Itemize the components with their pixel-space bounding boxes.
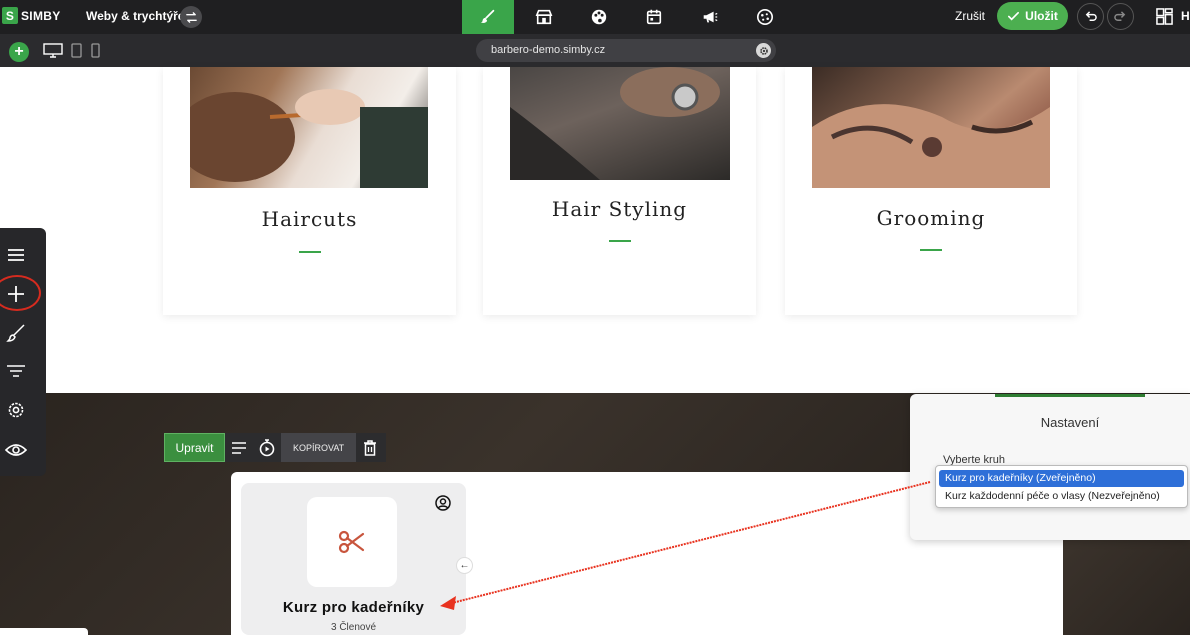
edit-button[interactable]: Upravit xyxy=(164,433,225,462)
redo-button[interactable] xyxy=(1107,3,1134,30)
background-image xyxy=(1063,540,1190,635)
logo-text: SIMBY xyxy=(21,8,61,23)
tool-shop[interactable] xyxy=(518,0,570,34)
trash-icon[interactable] xyxy=(356,433,384,462)
hair-styling-photo xyxy=(510,67,730,180)
tablet-view-icon[interactable] xyxy=(71,43,82,63)
url-field[interactable]: barbero-demo.simby.cz xyxy=(476,39,776,62)
mobile-view-icon[interactable] xyxy=(91,43,100,63)
cookie-icon xyxy=(756,8,774,26)
url-settings-button[interactable] xyxy=(756,43,771,58)
timer-icon[interactable] xyxy=(253,433,281,462)
swap-icon xyxy=(185,11,197,23)
brush-icon xyxy=(480,9,495,23)
filter-icon[interactable] xyxy=(5,361,27,383)
switch-site-button[interactable] xyxy=(180,6,202,28)
desktop-view-icon[interactable] xyxy=(43,43,63,63)
cancel-button[interactable]: Zrušit xyxy=(955,9,985,23)
simby-logo[interactable]: S SIMBY xyxy=(0,7,61,24)
brush-icon[interactable] xyxy=(5,322,27,344)
eye-icon[interactable] xyxy=(5,439,27,461)
dropdown-option[interactable]: Kurz pro kadeřníky (Zveřejněno) xyxy=(939,470,1184,487)
top-bar: S SIMBY Weby & trychtýře Zrušit Uložit H xyxy=(0,0,1190,34)
check-icon xyxy=(1008,11,1020,20)
tool-calendar[interactable] xyxy=(628,0,680,34)
undo-icon xyxy=(1085,11,1097,21)
haircut-photo xyxy=(190,67,428,188)
menu-icon[interactable] xyxy=(5,244,27,266)
gear-icon xyxy=(759,46,768,55)
settings-title: Nastavení xyxy=(1040,415,1100,430)
save-button[interactable]: Uložit xyxy=(997,2,1068,30)
align-icon[interactable] xyxy=(225,433,253,462)
calendar-icon xyxy=(646,9,662,25)
tool-marketing[interactable] xyxy=(684,0,736,34)
dashboard-icon[interactable] xyxy=(1156,8,1173,30)
page-footer-edge xyxy=(0,628,88,635)
active-tab-indicator xyxy=(995,394,1145,397)
dashboard-label[interactable]: H xyxy=(1181,9,1190,23)
tool-theme[interactable] xyxy=(573,0,625,34)
preview-bar: + barbero-demo.simby.cz xyxy=(0,34,1190,67)
block-toolbar: Upravit KOPÍROVAT xyxy=(164,433,386,462)
course-thumbnail xyxy=(307,497,397,587)
settings-panel: Nastavení Vyberte kruh Kurz pro kadeřník… xyxy=(910,394,1190,540)
undo-button[interactable] xyxy=(1077,3,1104,30)
url-text: barbero-demo.simby.cz xyxy=(491,44,606,56)
dropdown-option[interactable]: Kurz každodenní péče o vlasy (Nezveřejně… xyxy=(939,488,1160,505)
course-title: Kurz pro kadeřníky xyxy=(282,599,425,616)
add-block-icon[interactable] xyxy=(5,283,27,305)
store-icon xyxy=(535,9,553,25)
course-members: 3 Členové xyxy=(330,622,377,633)
editor-side-toolbar xyxy=(0,228,46,476)
service-card[interactable]: Grooming xyxy=(785,67,1077,315)
title-underline xyxy=(608,240,631,242)
service-card[interactable]: Hair Styling xyxy=(483,67,756,315)
site-name[interactable]: Weby & trychtýře xyxy=(86,9,184,23)
service-card[interactable]: Haircuts xyxy=(163,67,456,315)
scissors-icon xyxy=(338,530,365,554)
tool-design[interactable] xyxy=(462,0,514,34)
title-underline xyxy=(298,251,321,253)
tool-cookies[interactable] xyxy=(739,0,791,34)
grooming-photo xyxy=(812,67,1050,188)
megaphone-icon xyxy=(703,11,718,23)
copy-button[interactable]: KOPÍROVAT xyxy=(281,433,357,462)
service-title: Haircuts xyxy=(261,207,358,231)
circle-select-dropdown[interactable]: Kurz pro kadeřníky (Zveřejněno) Kurz kaž… xyxy=(935,465,1188,508)
gear-icon[interactable] xyxy=(5,399,27,421)
redo-icon xyxy=(1114,11,1126,21)
logo-badge: S xyxy=(2,7,18,24)
title-underline xyxy=(920,249,942,251)
save-label: Uložit xyxy=(1025,9,1058,23)
arrow-left-icon[interactable]: ← xyxy=(456,557,473,574)
palette-icon xyxy=(591,9,607,25)
service-title: Hair Styling xyxy=(551,197,688,221)
user-circle-icon[interactable] xyxy=(435,495,451,516)
add-button[interactable]: + xyxy=(9,42,29,62)
service-title: Grooming xyxy=(876,206,986,230)
course-card[interactable]: Kurz pro kadeřníky 3 Členové xyxy=(241,483,466,635)
